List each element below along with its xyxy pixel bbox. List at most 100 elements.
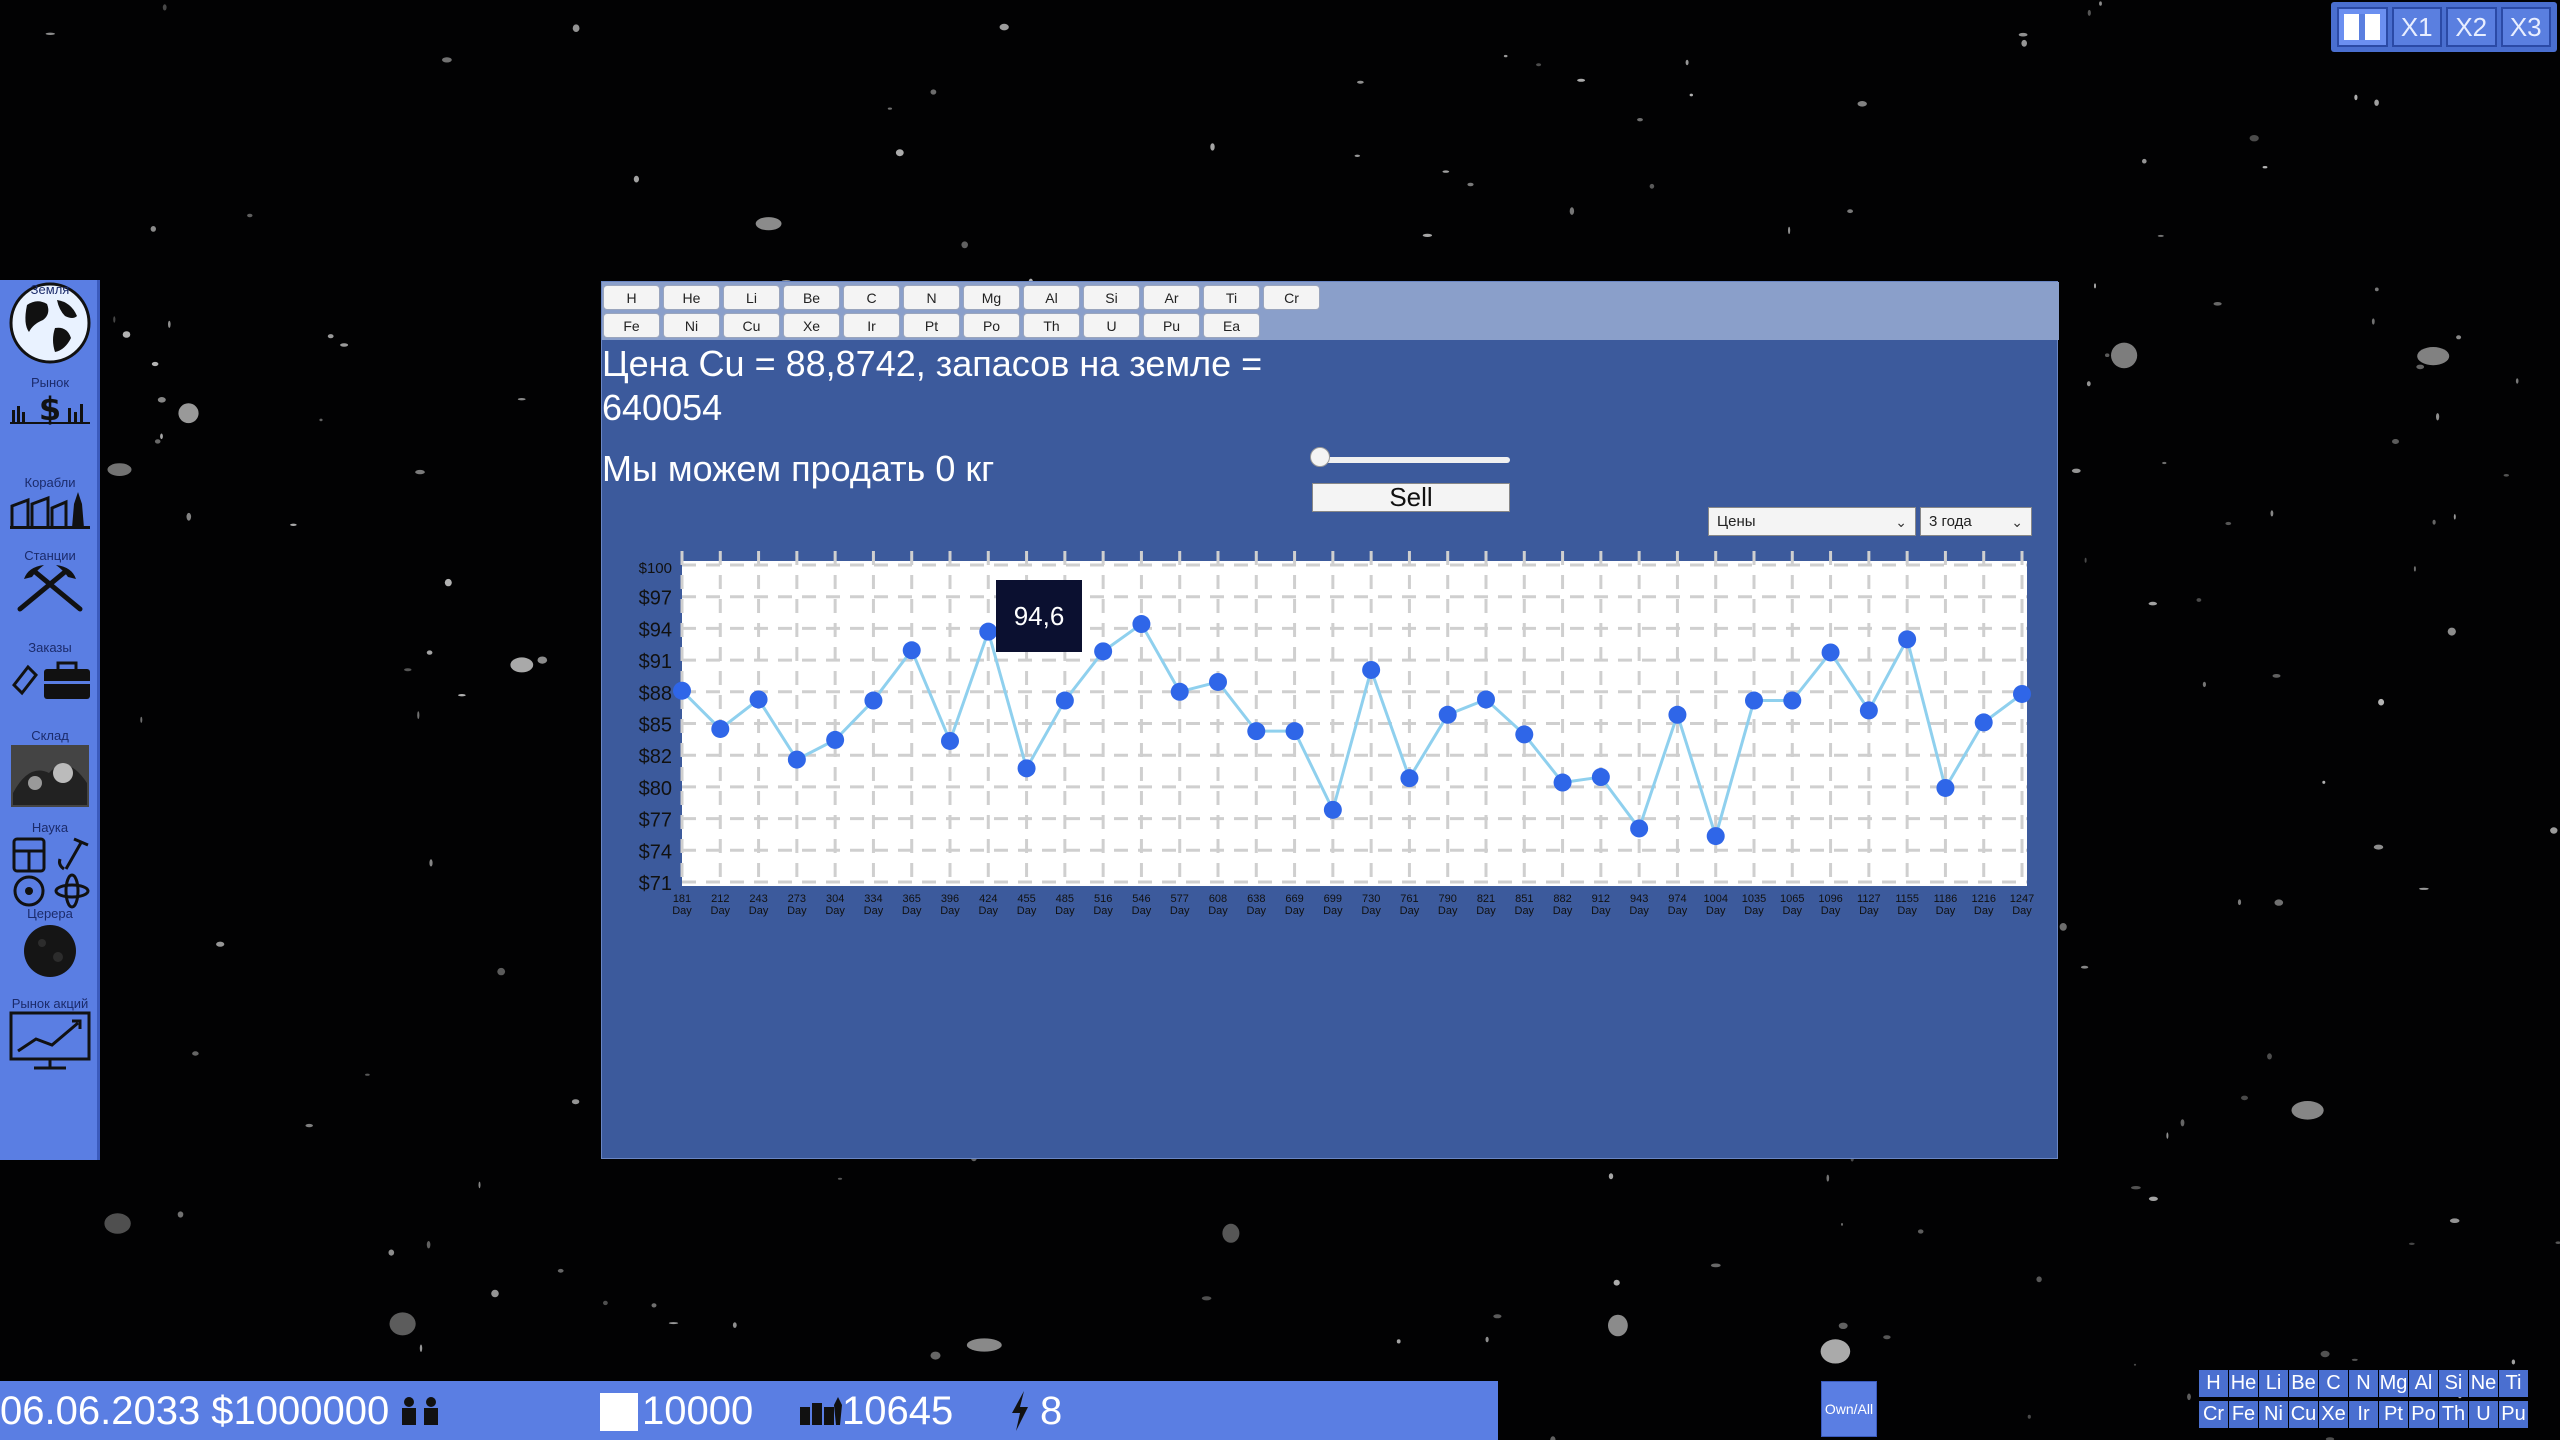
sidebar-item-ceres[interactable]: Церера	[0, 906, 100, 981]
asteroid	[415, 469, 425, 475]
asteroid	[2105, 353, 2110, 358]
orders-icon	[12, 661, 90, 699]
storage-icon	[600, 1393, 638, 1431]
element-button[interactable]: Si	[1083, 285, 1140, 310]
speed-x2-button[interactable]: X2	[2446, 7, 2497, 47]
mini-element-cell[interactable]: Xe	[2319, 1401, 2348, 1428]
x-tick-label: 181 Day	[672, 893, 692, 917]
data-point	[1821, 643, 1840, 662]
asteroid	[1493, 1314, 1502, 1319]
data-point	[1515, 725, 1534, 744]
mini-element-cell[interactable]: Po	[2409, 1401, 2438, 1428]
sidebar-item-science[interactable]: Наука	[0, 820, 100, 909]
asteroid	[930, 1351, 941, 1360]
sidebar-item-stock-market[interactable]: Рынок акций	[0, 996, 100, 1073]
ships-value: 10645	[842, 1389, 954, 1433]
asteroid	[651, 1303, 657, 1308]
metric-select[interactable]: Цены ⌄	[1708, 507, 1916, 536]
asteroid	[571, 1099, 580, 1105]
resource-mini-grid: H He Li Be C N Mg Al Si Ne Ti Cr Fe Ni Cu Xe Ir Pt Po Th U P…	[2199, 1370, 2530, 1430]
y-tick-label: $74	[639, 841, 672, 863]
element-button[interactable]: Po	[963, 313, 1020, 338]
mini-element-cell[interactable]: Fe	[2229, 1401, 2258, 1428]
speed-x3-button[interactable]: X3	[2500, 7, 2551, 47]
asteroid	[1536, 63, 1542, 67]
speed-x1-button[interactable]: X1	[2391, 7, 2442, 47]
x-tick-label: 974 Day	[1668, 893, 1688, 917]
asteroid	[2021, 39, 2027, 47]
element-button[interactable]: Ti	[1203, 285, 1260, 310]
mini-element-cell[interactable]: C	[2319, 1370, 2348, 1397]
mini-element-cell[interactable]: Ti	[2499, 1370, 2528, 1397]
element-button[interactable]: Al	[1023, 285, 1080, 310]
element-button[interactable]: Li	[723, 285, 780, 310]
asteroid	[429, 859, 433, 867]
mini-element-cell[interactable]: Ni	[2259, 1401, 2288, 1428]
asteroid	[2291, 1101, 2324, 1120]
element-button[interactable]: Ni	[663, 313, 720, 338]
y-tick-label: $94	[639, 619, 672, 641]
element-button[interactable]: Xe	[783, 313, 840, 338]
mini-element-cell[interactable]: Pu	[2499, 1401, 2528, 1428]
asteroid	[192, 1051, 199, 1056]
sidebar-item-warehouse[interactable]: Склад	[0, 728, 100, 809]
element-button[interactable]: Pt	[903, 313, 960, 338]
x-tick-label: 1004 Day	[1703, 893, 1727, 917]
asteroid	[444, 578, 452, 587]
element-button[interactable]: Ir	[843, 313, 900, 338]
asteroid	[404, 668, 412, 672]
mini-element-cell[interactable]: N	[2349, 1370, 2378, 1397]
asteroid	[2374, 287, 2379, 292]
mini-element-cell[interactable]: Ir	[2349, 1401, 2378, 1428]
element-button[interactable]: Th	[1023, 313, 1080, 338]
data-point	[1630, 819, 1649, 838]
element-button[interactable]: Ar	[1143, 285, 1200, 310]
mini-element-cell[interactable]: Mg	[2379, 1370, 2408, 1397]
element-button[interactable]: He	[663, 285, 720, 310]
mini-element-cell[interactable]: Ne	[2469, 1370, 2498, 1397]
left-sidebar: Земля Рынок $ Корабли Станции Заказы Скл…	[0, 280, 100, 1160]
element-button[interactable]: Be	[783, 285, 840, 310]
asteroid	[2322, 780, 2326, 784]
asteroid	[305, 1123, 313, 1128]
y-tick-label: $85	[639, 715, 672, 737]
sidebar-item-earth[interactable]: Земля	[0, 280, 100, 366]
asteroid	[104, 1213, 131, 1234]
period-select[interactable]: 3 года ⌄	[1920, 507, 2032, 536]
sidebar-item-stations[interactable]: Станции	[0, 548, 100, 613]
sidebar-item-market[interactable]: Рынок $	[0, 375, 100, 426]
element-button[interactable]: H	[603, 285, 660, 310]
mini-element-cell[interactable]: Pt	[2379, 1401, 2408, 1428]
pause-button[interactable]	[2337, 7, 2388, 47]
element-button[interactable]: Cu	[723, 313, 780, 338]
mini-element-cell[interactable]: H	[2199, 1370, 2228, 1397]
mini-element-cell[interactable]: He	[2229, 1370, 2258, 1397]
mini-element-cell[interactable]: Si	[2439, 1370, 2468, 1397]
price-info: Цена Cu = 88,8742, запасов на земле = 64…	[602, 343, 1263, 428]
mini-element-cell[interactable]: Li	[2259, 1370, 2288, 1397]
element-button[interactable]: Cr	[1263, 285, 1320, 310]
mini-element-cell[interactable]: Th	[2439, 1401, 2468, 1428]
asteroid	[966, 1338, 1002, 1352]
sidebar-item-orders[interactable]: Заказы	[0, 640, 100, 701]
mini-element-cell[interactable]: Cr	[2199, 1401, 2228, 1428]
mini-element-cell[interactable]: Be	[2289, 1370, 2318, 1397]
sell-amount-slider-handle[interactable]	[1310, 447, 1330, 467]
sell-button[interactable]: Sell	[1312, 482, 1510, 512]
element-button[interactable]: C	[843, 285, 900, 310]
element-button[interactable]: Mg	[963, 285, 1020, 310]
mini-element-cell[interactable]: Al	[2409, 1370, 2438, 1397]
sell-amount-slider[interactable]	[1320, 457, 1510, 463]
asteroid	[2432, 519, 2436, 525]
element-button[interactable]: Ea	[1203, 313, 1260, 338]
element-button[interactable]: Fe	[603, 313, 660, 338]
own-all-toggle[interactable]: Own/All	[1821, 1381, 1877, 1437]
element-button[interactable]: N	[903, 285, 960, 310]
data-point	[1323, 800, 1342, 819]
mini-element-cell[interactable]: Cu	[2289, 1401, 2318, 1428]
sidebar-item-ships[interactable]: Корабли	[0, 475, 100, 530]
asteroid	[2249, 135, 2259, 142]
element-button[interactable]: Pu	[1143, 313, 1200, 338]
mini-element-cell[interactable]: U	[2469, 1401, 2498, 1428]
element-button[interactable]: U	[1083, 313, 1140, 338]
